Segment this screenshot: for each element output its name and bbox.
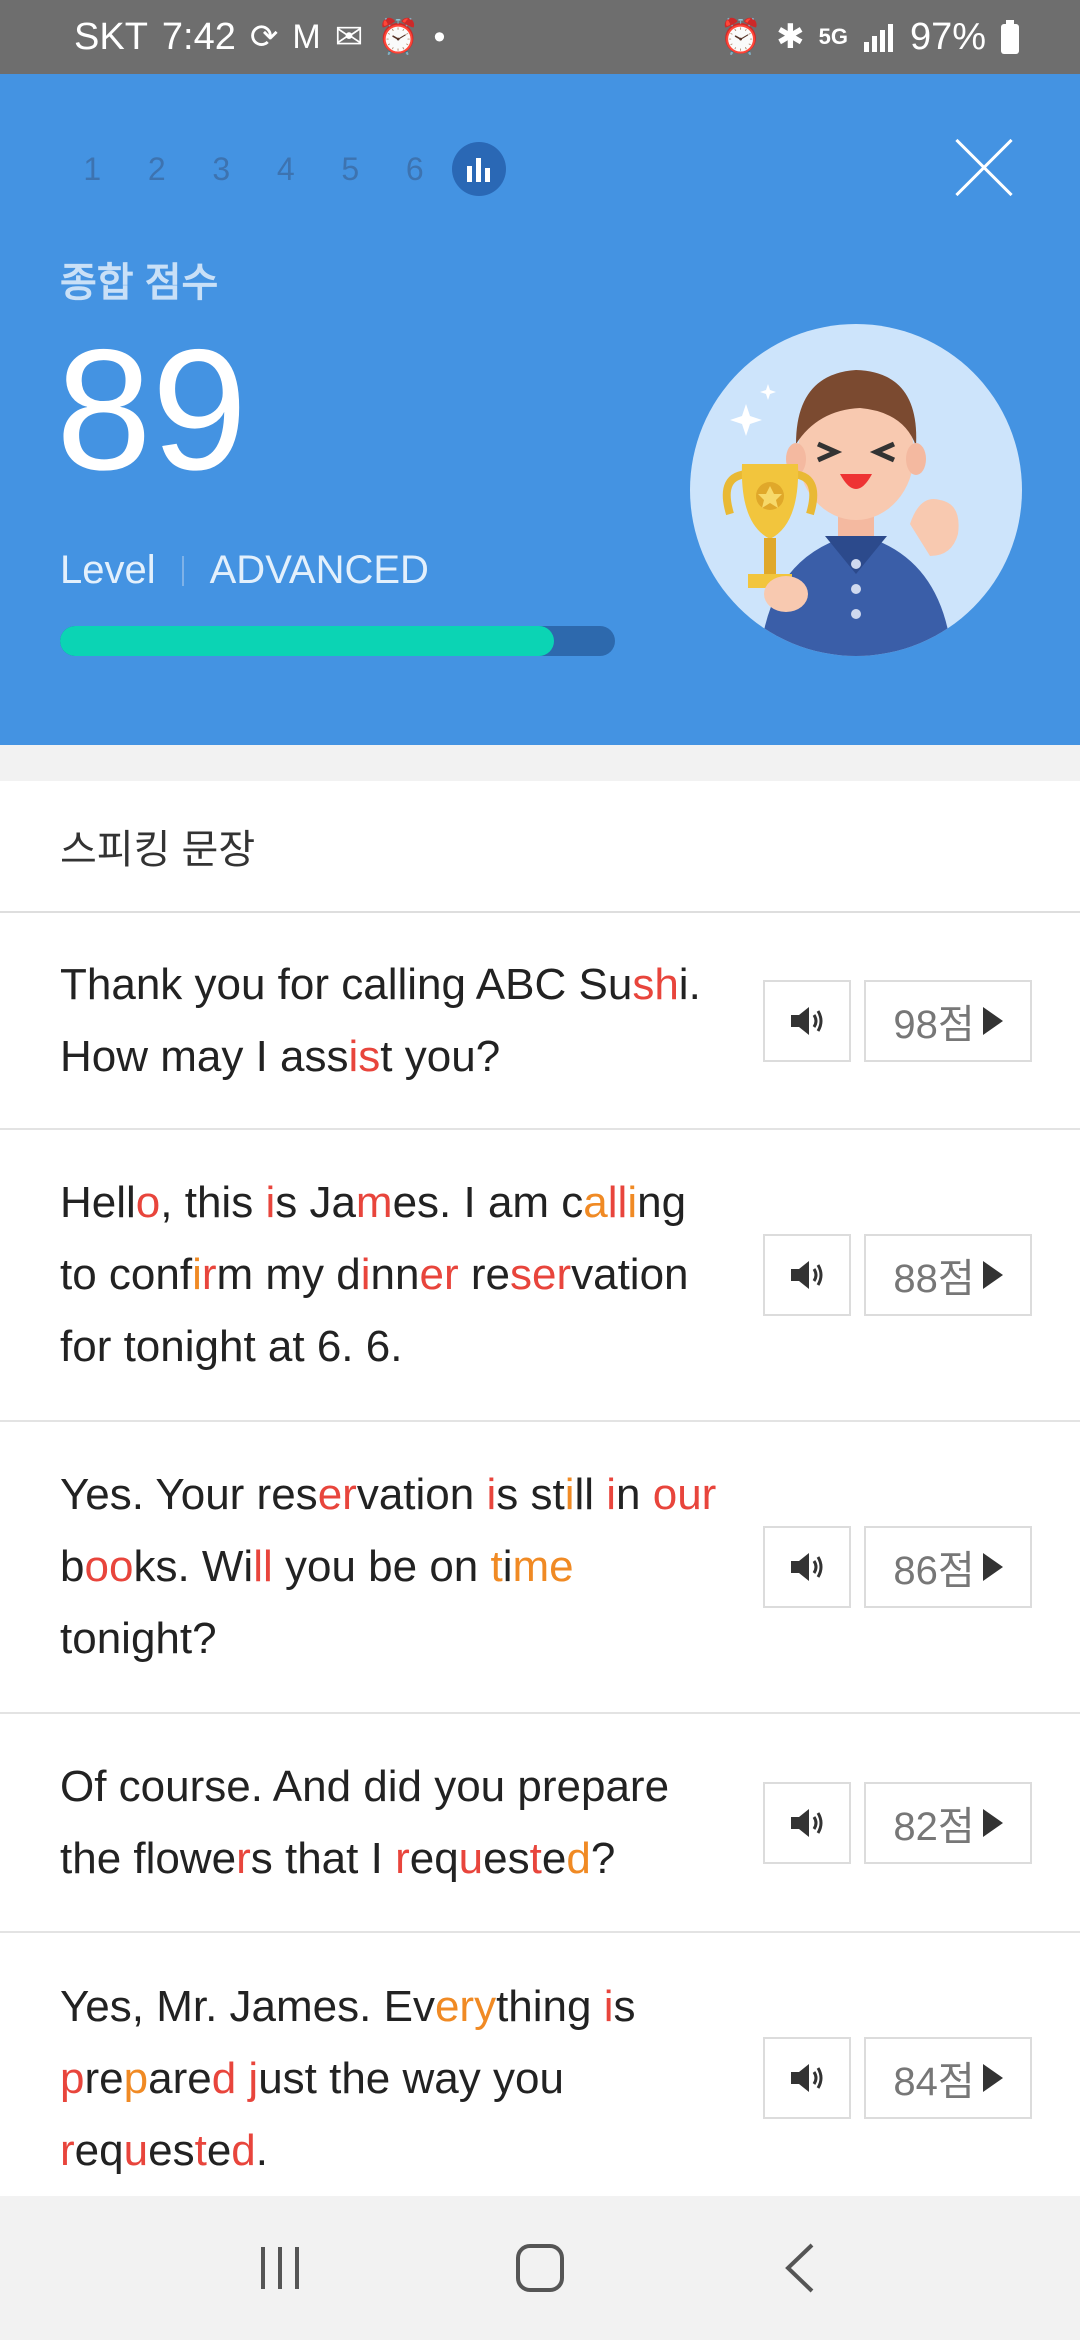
sentence-text: Hello, this is James. I am calling to co… [60, 1178, 689, 1371]
sentence-row: Yes. Your reservation is still in our bo… [0, 1422, 1080, 1714]
sentence-text: Yes, Mr. James. Everything is prepared j… [60, 1982, 636, 2175]
level-label: Level [60, 548, 156, 592]
sentence-text: Of course. And did you prepare the flowe… [60, 1761, 670, 1883]
carrier: SKT [74, 15, 148, 58]
speaker-icon[interactable] [763, 1526, 851, 1608]
sentence-row: Yes, Mr. James. Everything is prepared j… [0, 1933, 1080, 2225]
bluetooth-icon: ✱ [776, 18, 805, 56]
sentence-text: Yes. Your reservation is still in our bo… [60, 1470, 717, 1663]
alarm-icon: ⏰ [377, 18, 420, 56]
gmail-icon: M [292, 18, 321, 56]
level-progress-fill [60, 626, 554, 656]
dot-icon: • [433, 18, 446, 56]
score-header: 1 2 3 4 5 6 종합 점수 89 Level ADVANCED [0, 74, 1080, 745]
level-value: ADVANCED [209, 548, 429, 592]
step-3[interactable]: 3 [189, 151, 254, 188]
play-icon [982, 1553, 1003, 1581]
step-6[interactable]: 6 [383, 151, 448, 188]
level-divider [181, 555, 184, 586]
system-nav-bar [0, 2196, 1080, 2340]
sentence-score-button[interactable]: 84점 [864, 2037, 1032, 2119]
speaker-icon[interactable] [763, 980, 851, 1062]
sentence-text: Thank you for calling ABC Sushi. How may… [60, 959, 701, 1081]
list-title: 스피킹 문장 [0, 781, 1080, 913]
battery-icon [1001, 20, 1019, 54]
step-1[interactable]: 1 [60, 151, 125, 188]
time: 7:42 [161, 15, 236, 58]
battery-percent: 97% [909, 15, 986, 58]
alarm-icon: ⏰ [719, 18, 763, 56]
mail-icon: ✉ [334, 18, 364, 56]
speaker-icon[interactable] [763, 1234, 851, 1316]
score-label: 종합 점수 [60, 261, 219, 305]
sentence-score: 86점 [893, 1549, 975, 1593]
trophy-avatar-illustration [690, 324, 1022, 656]
sentence-score-button[interactable]: 82점 [864, 1782, 1032, 1864]
sentence-score: 82점 [893, 1805, 975, 1849]
sentence-row: Thank you for calling ABC Sushi. How may… [0, 913, 1080, 1130]
speaker-icon[interactable] [763, 1782, 851, 1864]
step-indicator: 1 2 3 4 5 6 [60, 142, 506, 196]
step-4[interactable]: 4 [254, 151, 319, 188]
sentence-score-button[interactable]: 86점 [864, 1526, 1032, 1608]
speaker-icon[interactable] [763, 2037, 851, 2119]
recents-icon[interactable] [235, 2223, 325, 2313]
sentence-row: Hello, this is James. I am calling to co… [0, 1130, 1080, 1422]
play-icon [982, 1261, 1003, 1289]
sentence-row: Of course. And did you prepare the flowe… [0, 1714, 1080, 1933]
bar-chart-icon[interactable] [452, 142, 506, 196]
close-icon[interactable] [950, 134, 1016, 200]
sentence-score: 88점 [893, 1257, 975, 1301]
step-5[interactable]: 5 [318, 151, 383, 188]
total-score: 89 [56, 314, 248, 506]
play-icon [982, 1809, 1003, 1837]
5g-icon: 5G [818, 24, 848, 49]
signal-icon [863, 24, 893, 52]
level-progress-bar [60, 626, 615, 656]
sentence-score-button[interactable]: 98점 [864, 980, 1032, 1062]
status-bar: SKT 7:42 ⟳ M ✉ ⏰ • ⏰ ✱ 5G 97% [0, 0, 1080, 74]
step-2[interactable]: 2 [125, 151, 190, 188]
play-icon [982, 2064, 1003, 2092]
play-icon [982, 1007, 1003, 1035]
speaking-sentence-list: 스피킹 문장 Thank you for calling ABC Sushi. … [0, 781, 1080, 2225]
level-row: Level ADVANCED [60, 548, 429, 593]
home-icon[interactable] [495, 2223, 585, 2313]
sentence-score-button[interactable]: 88점 [864, 1234, 1032, 1316]
sentence-score: 98점 [893, 1003, 975, 1047]
sentence-score: 84점 [893, 2060, 975, 2104]
back-icon[interactable] [755, 2223, 845, 2313]
sync-icon: ⟳ [249, 18, 279, 56]
